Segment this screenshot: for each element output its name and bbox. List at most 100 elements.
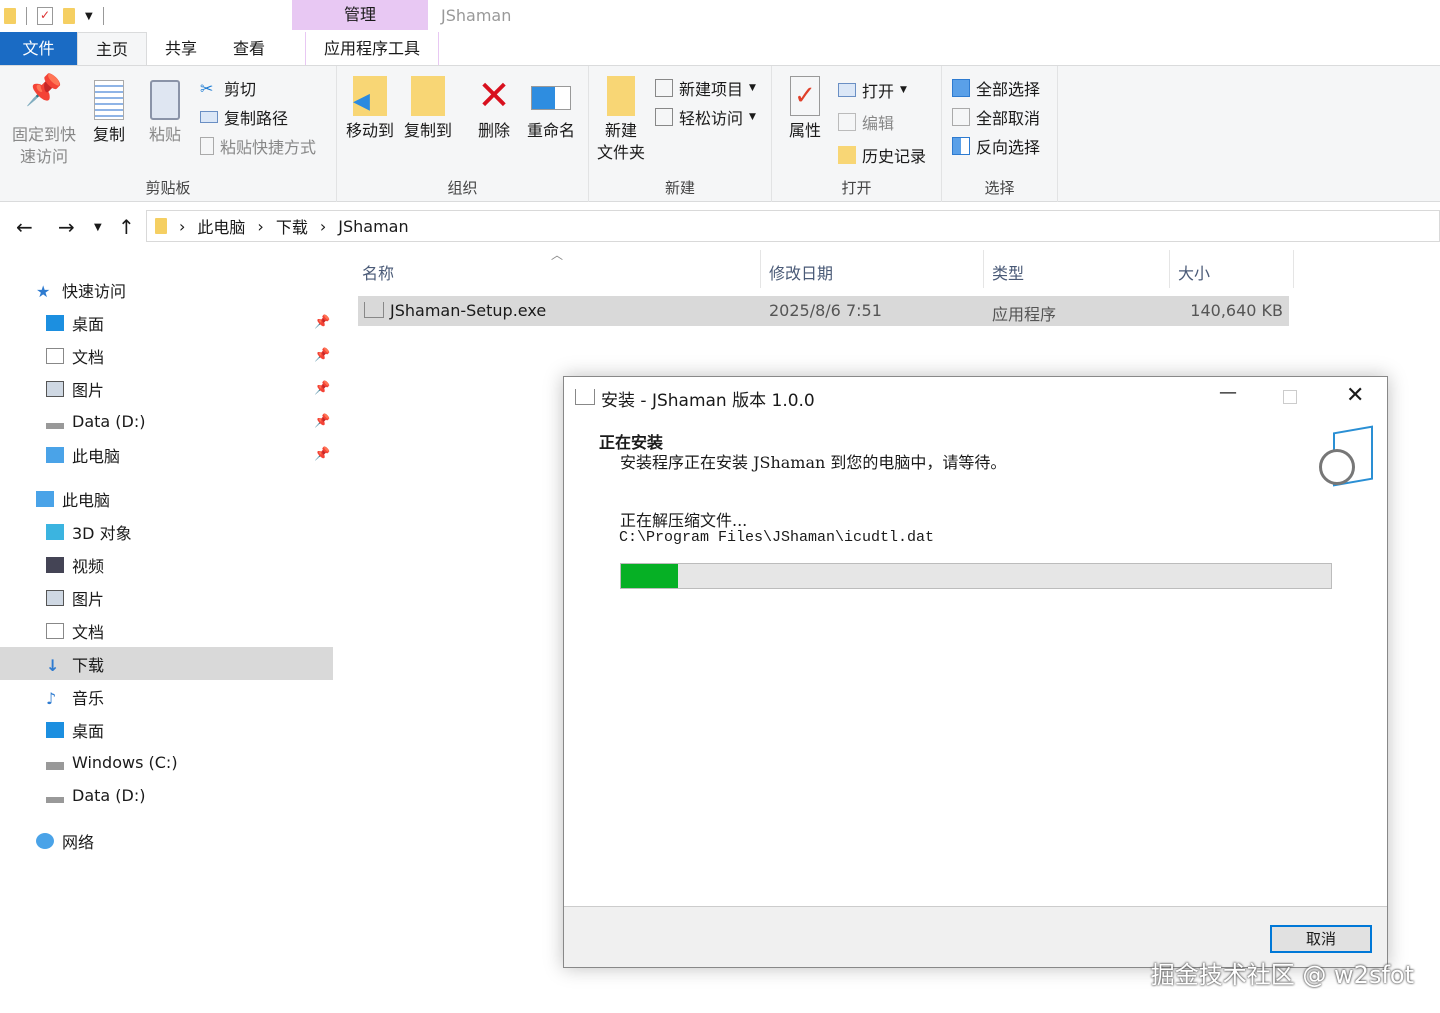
nav-quick-pictures[interactable]: 图片 📌	[0, 372, 333, 405]
label: 文档	[72, 622, 105, 642]
invert-selection-button[interactable]: 反向选择	[952, 134, 1040, 158]
chevron-right-icon: ›	[319, 216, 327, 236]
group-label: 选择	[984, 179, 1015, 197]
nav-quick-documents[interactable]: 文档 📌	[0, 339, 333, 372]
watermark: 掘金技术社区 @ w2sfot	[1150, 961, 1414, 989]
open-icon	[838, 83, 856, 97]
nav-downloads[interactable]: ↓ 下载	[0, 647, 333, 680]
select-all-button[interactable]: 全部选择	[952, 76, 1040, 100]
nav-desktop[interactable]: 桌面	[0, 713, 333, 746]
label: 新建项目	[679, 80, 744, 99]
column-type[interactable]: 类型	[992, 260, 1024, 284]
drive-icon	[46, 422, 64, 429]
new-item-button[interactable]: 新建项目 ▼	[655, 76, 756, 100]
document-icon	[46, 347, 64, 364]
nav-pictures[interactable]: 图片	[0, 581, 333, 614]
quick-access-toolbar: ✓ ▼	[0, 0, 290, 32]
customize-dropdown-icon[interactable]: ▼	[85, 11, 93, 22]
properties-button[interactable]: ✓ 属性	[782, 76, 828, 142]
label: 重命名	[526, 121, 575, 140]
select-all-icon	[952, 79, 970, 97]
copy-to-button[interactable]: 复制到	[401, 76, 455, 142]
label: 打开	[862, 82, 895, 101]
nav-music[interactable]: ♪ 音乐	[0, 680, 333, 713]
path-icon	[200, 111, 218, 123]
pin-quick-access-button[interactable]: 📌 固定到快 速访问	[6, 76, 82, 168]
new-folder-icon[interactable]	[63, 8, 75, 24]
nav-this-pc[interactable]: 此电脑	[0, 482, 333, 515]
breadcrumb-this-pc[interactable]: 此电脑	[197, 214, 245, 238]
rename-icon	[531, 86, 571, 110]
column-divider[interactable]	[1293, 250, 1294, 288]
nav-documents[interactable]: 文档	[0, 614, 333, 647]
history-button[interactable]: 历史记录	[838, 143, 926, 167]
label: 音乐	[72, 688, 105, 708]
breadcrumb-downloads[interactable]: 下载	[276, 214, 308, 238]
easy-access-button[interactable]: 轻松访问 ▼	[655, 105, 756, 129]
chevron-right-icon: ›	[179, 216, 186, 236]
select-none-button[interactable]: 全部取消	[952, 105, 1040, 129]
group-select: 全部选择 全部取消 反向选择 选择	[942, 66, 1058, 202]
nav-quick-access[interactable]: ★ 快速访问	[0, 273, 333, 306]
minimize-button[interactable]: —	[1219, 382, 1237, 403]
label: 粘贴快捷方式	[220, 138, 317, 157]
breadcrumb-jshaman[interactable]: JShaman	[338, 217, 408, 236]
paste-shortcut-button[interactable]: 粘贴快捷方式	[200, 134, 316, 158]
tab-application-tools[interactable]: 应用程序工具	[305, 32, 440, 65]
up-button[interactable]: ↑	[118, 215, 135, 239]
nav-data-d[interactable]: Data (D:)	[0, 779, 333, 812]
file-size: 140,640 KB	[1190, 301, 1283, 320]
rename-button[interactable]: 重命名	[523, 76, 579, 142]
cut-button[interactable]: ✂ 剪切	[200, 76, 256, 100]
column-size[interactable]: 大小	[1178, 260, 1210, 284]
nav-windows-c[interactable]: Windows (C:)	[0, 746, 333, 779]
column-divider[interactable]	[983, 250, 984, 288]
tab-file[interactable]: 文件	[0, 32, 77, 65]
paste-shortcut-icon	[200, 137, 214, 155]
recent-dropdown-icon[interactable]: ▼	[94, 222, 102, 233]
install-subheading: 安装程序正在安装 JShaman 到您的电脑中，请等待。	[620, 453, 1007, 472]
copy-path-button[interactable]: 复制路径	[200, 105, 288, 129]
window-title: JShaman	[441, 6, 512, 25]
label: 视频	[72, 556, 105, 576]
properties-icon[interactable]: ✓	[37, 7, 53, 25]
edit-button[interactable]: 编辑	[838, 110, 894, 134]
ribbon: 📌 固定到快 速访问 复制 粘贴 ✂ 剪切 复制路径 粘贴快捷方式 剪贴板 ◀ 移动…	[0, 65, 1440, 202]
file-row[interactable]: JShaman-Setup.exe 2025/8/6 7:51 应用程序 140…	[358, 296, 1289, 326]
nav-videos[interactable]: 视频	[0, 548, 333, 581]
move-to-button[interactable]: ◀ 移动到	[343, 76, 397, 142]
nav-quick-data-d[interactable]: Data (D:) 📌	[0, 405, 333, 438]
new-folder-button[interactable]: 新建 文件夹	[593, 76, 649, 164]
download-arrow-icon: ↓	[46, 655, 60, 675]
address-bar[interactable]: › 此电脑 › 下载 › JShaman	[146, 210, 1440, 242]
nav-network[interactable]: 网络	[0, 824, 333, 857]
back-button[interactable]: ←	[16, 215, 33, 239]
forward-button[interactable]: →	[58, 215, 75, 239]
paste-button[interactable]: 粘贴	[144, 80, 186, 146]
tab-share[interactable]: 共享	[147, 32, 215, 65]
document-icon	[46, 622, 64, 639]
nav-quick-desktop[interactable]: 桌面 📌	[0, 306, 333, 339]
tab-home[interactable]: 主页	[77, 32, 148, 65]
label: 移动到	[345, 121, 394, 140]
open-button[interactable]: 打开 ▼	[838, 78, 907, 102]
tab-view[interactable]: 查看	[215, 32, 283, 65]
column-modified[interactable]: 修改日期	[769, 260, 833, 284]
column-name[interactable]: 名称	[362, 260, 394, 284]
column-divider[interactable]	[760, 250, 761, 288]
select-none-icon	[952, 108, 970, 126]
cancel-button[interactable]: 取消	[1270, 925, 1372, 953]
label: 新建	[604, 121, 637, 140]
nav-3d-objects[interactable]: 3D 对象	[0, 515, 333, 548]
label: 固定到快	[11, 125, 76, 144]
progress-fill	[621, 564, 678, 588]
close-button[interactable]: ✕	[1346, 383, 1364, 408]
column-divider[interactable]	[1169, 250, 1170, 288]
group-label: 剪贴板	[145, 179, 191, 197]
properties-check-icon: ✓	[790, 76, 820, 116]
nav-quick-this-pc[interactable]: 此电脑 📌	[0, 438, 333, 471]
delete-button[interactable]: ✕ 删除	[471, 76, 517, 142]
delete-x-icon: ✕	[477, 73, 511, 119]
copy-button[interactable]: 复制	[88, 80, 130, 146]
pictures-icon	[46, 380, 64, 397]
